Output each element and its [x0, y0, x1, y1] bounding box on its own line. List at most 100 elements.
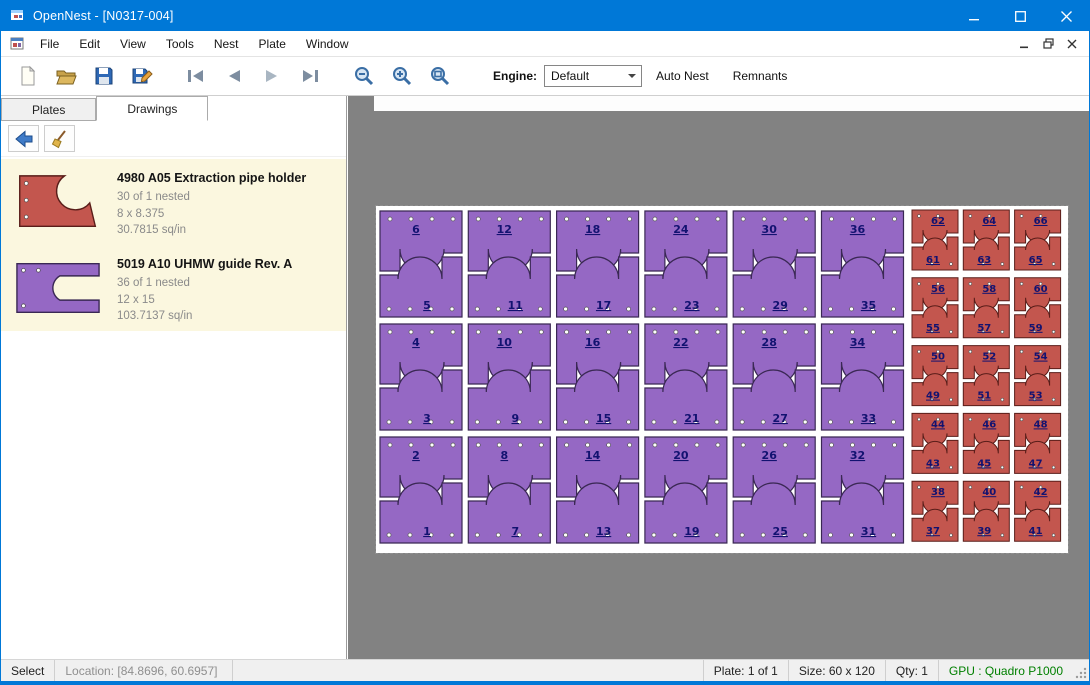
nest-plate-drawing[interactable]: 6512111817242330293635431091615222128273…: [376, 206, 1068, 553]
part-number[interactable]: 33: [861, 412, 876, 425]
menu-item-tools[interactable]: Tools: [156, 31, 204, 56]
save-as-button[interactable]: [123, 60, 161, 92]
part-number[interactable]: 25: [773, 525, 788, 538]
part-number[interactable]: 10: [497, 336, 513, 349]
mdi-minimize-icon[interactable]: [1015, 36, 1033, 52]
nested-pair-purple[interactable]: 3231: [822, 437, 904, 543]
part-number[interactable]: 20: [673, 449, 689, 462]
mdi-close-icon[interactable]: [1063, 36, 1081, 52]
menu-item-file[interactable]: File: [30, 31, 69, 56]
mdi-restore-icon[interactable]: [1039, 36, 1057, 52]
nested-pair-red[interactable]: 60 59: [1015, 278, 1061, 338]
nested-pair-red[interactable]: 40 39: [963, 481, 1009, 541]
part-number[interactable]: 5: [423, 299, 431, 312]
part-number[interactable]: 59: [1029, 323, 1043, 334]
zoom-fit-button[interactable]: [421, 60, 459, 92]
part-number[interactable]: 57: [977, 323, 991, 334]
plate[interactable]: 6512111817242330293635431091615222128273…: [376, 206, 1068, 553]
part-number[interactable]: 37: [926, 526, 940, 537]
part-number[interactable]: 52: [982, 352, 996, 363]
blue-arrow-button[interactable]: [8, 125, 39, 152]
part-number[interactable]: 50: [931, 352, 945, 363]
menu-item-window[interactable]: Window: [296, 31, 359, 56]
close-button[interactable]: [1043, 1, 1089, 31]
nested-pair-red[interactable]: 44 43: [912, 413, 958, 473]
part-number[interactable]: 63: [977, 255, 991, 266]
part-number[interactable]: 13: [596, 525, 611, 538]
nested-pair-purple[interactable]: 21: [380, 437, 462, 543]
nested-pair-red[interactable]: 52 51: [963, 346, 1009, 406]
part-list-item[interactable]: 4980 A05 Extraction pipe holder 30 of 1 …: [1, 159, 346, 245]
part-number[interactable]: 43: [926, 458, 940, 469]
part-number[interactable]: 8: [500, 449, 508, 462]
nested-pair-purple[interactable]: 2221: [645, 324, 727, 430]
menu-item-view[interactable]: View: [110, 31, 156, 56]
part-number[interactable]: 18: [585, 223, 600, 236]
nested-pair-purple[interactable]: 2423: [645, 211, 727, 317]
nested-pair-red[interactable]: 5857: [963, 278, 1009, 338]
part-number[interactable]: 6: [412, 223, 420, 236]
part-number[interactable]: 41: [1029, 526, 1043, 537]
nested-pair-purple[interactable]: 87: [468, 437, 550, 543]
part-list-item[interactable]: 5019 A10 UHMW guide Rev. A 36 of 1 neste…: [1, 245, 346, 331]
nested-pair-purple[interactable]: 34 33: [822, 324, 904, 430]
part-number[interactable]: 12: [497, 223, 512, 236]
part-number[interactable]: 46: [982, 419, 996, 430]
part-number[interactable]: 2: [412, 449, 420, 462]
open-button[interactable]: [47, 60, 85, 92]
part-number[interactable]: 60: [1034, 284, 1048, 295]
nested-pair-purple[interactable]: 12 11: [468, 211, 550, 317]
menu-item-edit[interactable]: Edit: [69, 31, 110, 56]
part-number[interactable]: 24: [673, 223, 689, 236]
part-number[interactable]: 66: [1034, 216, 1048, 227]
nest-canvas[interactable]: 6512111817242330293635431091615222128273…: [348, 96, 1089, 659]
engine-select[interactable]: Default: [544, 65, 642, 87]
part-number[interactable]: 39: [977, 526, 991, 537]
part-number[interactable]: 40: [982, 487, 996, 498]
zoom-out-button[interactable]: [345, 60, 383, 92]
part-number[interactable]: 3: [423, 412, 431, 425]
part-number[interactable]: 48: [1034, 419, 1048, 430]
menu-item-plate[interactable]: Plate: [249, 31, 296, 56]
part-number[interactable]: 29: [773, 299, 788, 312]
part-number[interactable]: 49: [926, 391, 940, 402]
part-number[interactable]: 64: [982, 216, 996, 227]
nested-pair-red[interactable]: 42 41: [1015, 481, 1061, 541]
nested-pair-purple[interactable]: 2019: [645, 437, 727, 543]
save-button[interactable]: [85, 60, 123, 92]
menu-item-nest[interactable]: Nest: [204, 31, 249, 56]
part-number[interactable]: 34: [850, 336, 866, 349]
part-number[interactable]: 9: [511, 412, 519, 425]
nested-pair-purple[interactable]: 3635: [822, 211, 904, 317]
part-number[interactable]: 54: [1034, 352, 1048, 363]
nested-pair-red[interactable]: 66 65: [1015, 210, 1061, 270]
part-number[interactable]: 38: [931, 487, 945, 498]
part-number[interactable]: 65: [1029, 255, 1043, 266]
part-number[interactable]: 1: [423, 525, 431, 538]
part-number[interactable]: 28: [762, 336, 777, 349]
resize-grip[interactable]: [1073, 660, 1089, 681]
part-number[interactable]: 53: [1029, 391, 1043, 402]
nested-pair-red[interactable]: 64 63: [963, 210, 1009, 270]
part-number[interactable]: 15: [596, 412, 611, 425]
new-button[interactable]: [9, 60, 47, 92]
maximize-button[interactable]: [997, 1, 1043, 31]
part-number[interactable]: 44: [931, 419, 945, 430]
part-number[interactable]: 42: [1034, 487, 1048, 498]
part-number[interactable]: 4: [412, 336, 420, 349]
part-number[interactable]: 30: [762, 223, 778, 236]
part-number[interactable]: 27: [773, 412, 788, 425]
part-number[interactable]: 61: [926, 255, 940, 266]
nav-first-button[interactable]: [177, 60, 215, 92]
nested-pair-red[interactable]: 54 53: [1015, 346, 1061, 406]
part-number[interactable]: 11: [508, 299, 523, 312]
part-number[interactable]: 55: [926, 323, 940, 334]
part-number[interactable]: 56: [931, 284, 945, 295]
part-number[interactable]: 21: [684, 412, 699, 425]
part-number[interactable]: 17: [596, 299, 611, 312]
part-number[interactable]: 36: [850, 223, 866, 236]
part-number[interactable]: 51: [977, 391, 991, 402]
remnants-button[interactable]: Remnants: [723, 63, 798, 89]
nested-pair-purple[interactable]: 1817: [557, 211, 639, 317]
tab-plates[interactable]: Plates: [1, 98, 96, 121]
